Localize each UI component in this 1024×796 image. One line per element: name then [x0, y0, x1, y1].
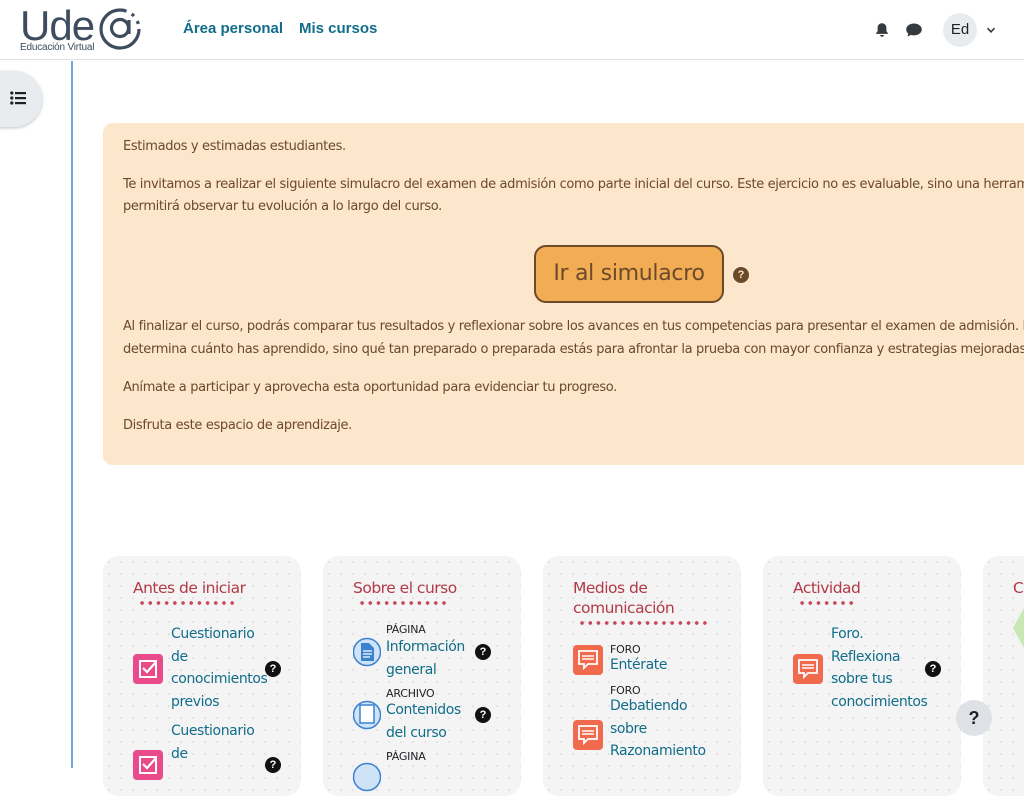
course-index-toggle-button[interactable] — [0, 71, 42, 127]
forum-icon — [573, 645, 603, 675]
section-title: Medios de comunicación — [573, 579, 675, 617]
activity-link[interactable]: Foro. Reflexiona sobre tus conocimientos — [831, 623, 928, 713]
help-icon[interactable]: ? — [925, 661, 941, 677]
notice-paragraph: determina cuánto has aprendido, sino qué… — [123, 342, 1024, 357]
file-icon — [353, 700, 381, 730]
chevron-down-icon[interactable] — [985, 24, 997, 36]
floating-help-button[interactable]: ? — [956, 700, 992, 736]
help-icon[interactable]: ? — [265, 661, 281, 677]
section-card-communication: Medios de comunicación FORO Entérate FOR… — [543, 556, 741, 796]
logo-subtitle: Educación Virtual — [20, 42, 95, 53]
page-icon — [353, 762, 381, 792]
title-underline-dots — [798, 601, 855, 605]
welcome-notice: Estimados y estimadas estudiantes. Te in… — [103, 123, 1024, 465]
top-navbar: Ude Educación Virtual Área personal Mis … — [0, 0, 1024, 60]
help-icon[interactable]: ? — [265, 757, 281, 773]
activity-link[interactable]: Entérate — [610, 654, 667, 677]
quiz-icon — [133, 654, 163, 684]
nav-dashboard-link[interactable]: Área personal — [183, 20, 283, 37]
logo-wordmark: Ude — [20, 2, 95, 49]
section-title: Actividad — [793, 579, 861, 597]
title-underline-dots — [138, 601, 238, 605]
go-to-simulation-button[interactable]: Ir al simulacro — [534, 245, 724, 303]
section-title: Sobre el curso — [353, 579, 457, 597]
title-underline-dots — [578, 621, 710, 625]
logo-at-symbol — [99, 8, 141, 50]
activity-link[interactable]: Información general — [386, 636, 465, 681]
drawer-divider — [71, 61, 73, 768]
activity-type-label: PÁGINA — [386, 750, 426, 763]
help-icon[interactable]: ? — [475, 707, 491, 723]
activity-link[interactable]: Cuestionario de conocimientos previos — [171, 623, 268, 713]
section-card-about-course: Sobre el curso PÁGINA Información genera… — [323, 556, 521, 796]
page-icon — [353, 637, 381, 667]
activity-link[interactable]: Contenidos del curso — [386, 699, 461, 744]
notice-greeting: Estimados y estimadas estudiantes. — [123, 139, 346, 154]
list-icon — [10, 91, 26, 105]
nav-my-courses-link[interactable]: Mis cursos — [299, 20, 377, 37]
notice-paragraph: Te invitamos a realizar el siguiente sim… — [123, 177, 1024, 192]
activity-link[interactable]: Debatiendo sobre Razonamiento — [610, 695, 706, 763]
section-title: Co — [1013, 579, 1024, 597]
quiz-icon — [133, 750, 163, 780]
user-avatar[interactable]: Ed — [943, 13, 977, 47]
forum-icon — [573, 720, 603, 750]
activity-link[interactable]: Cuestionario de — [171, 720, 255, 765]
notice-paragraph: permitirá observar tu evolución a lo lar… — [123, 199, 442, 214]
title-underline-dots — [358, 601, 448, 605]
section-card-partial: Co — [983, 556, 1024, 796]
section-title: Antes de iniciar — [133, 579, 246, 597]
notice-paragraph: Disfruta este espacio de aprendizaje. — [123, 418, 352, 433]
activity-type-label: PÁGINA — [386, 623, 426, 636]
forum-icon — [793, 654, 823, 684]
section-card-before-starting: Antes de iniciar Cuestionario de conocim… — [103, 556, 301, 796]
help-icon[interactable]: ? — [733, 267, 749, 283]
bell-icon[interactable] — [874, 22, 890, 38]
help-icon[interactable]: ? — [475, 644, 491, 660]
udea-logo[interactable]: Ude Educación Virtual — [20, 2, 146, 54]
section-card-activity: Actividad Foro. Reflexiona sobre tus con… — [763, 556, 961, 796]
decorative-shape-icon — [1013, 608, 1024, 648]
notice-paragraph: Anímate a participar y aprovecha esta op… — [123, 380, 617, 395]
chat-bubble-icon[interactable] — [905, 22, 923, 38]
notice-paragraph: Al finalizar el curso, podrás comparar t… — [123, 319, 1024, 334]
